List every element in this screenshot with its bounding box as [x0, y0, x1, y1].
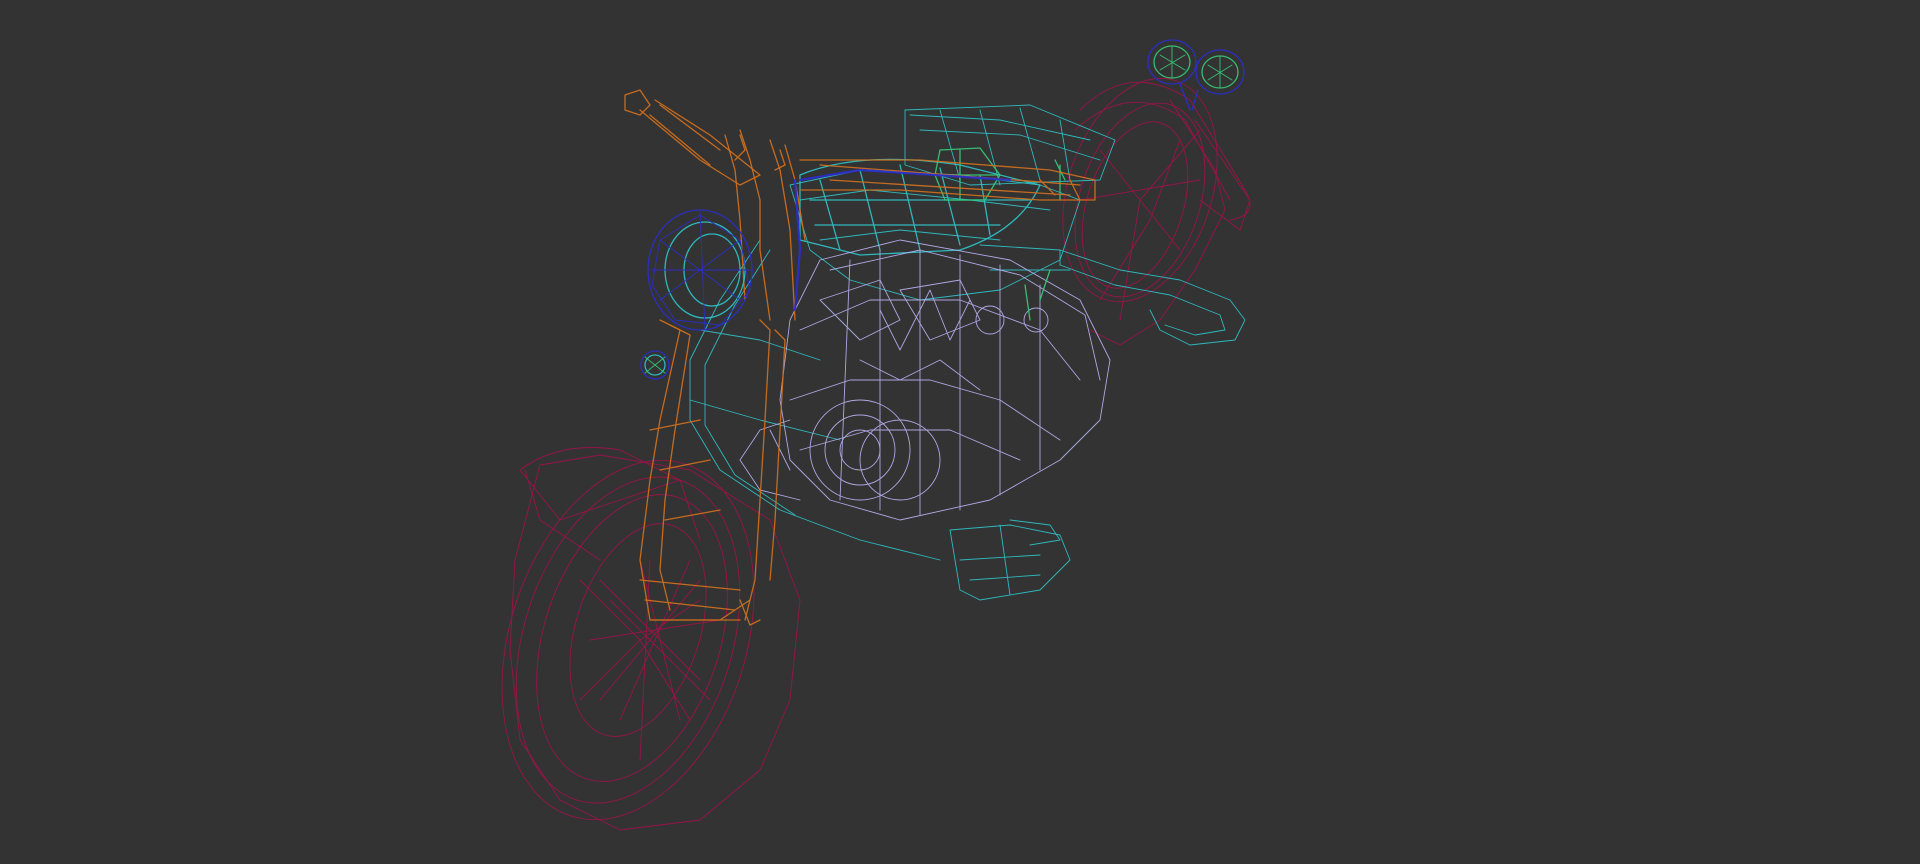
headlight — [647, 209, 753, 331]
seat — [904, 104, 1116, 186]
motorcycle-wireframe — [501, 39, 1251, 831]
footrest — [949, 519, 1071, 601]
gauges — [1147, 39, 1245, 111]
front-fork — [639, 129, 806, 626]
3d-viewport[interactable] — [0, 0, 1920, 864]
frame — [689, 169, 1246, 561]
turn-signal — [640, 350, 670, 380]
front-wheel — [501, 447, 801, 831]
rear-wheel — [1062, 77, 1251, 346]
engine — [739, 239, 1111, 521]
